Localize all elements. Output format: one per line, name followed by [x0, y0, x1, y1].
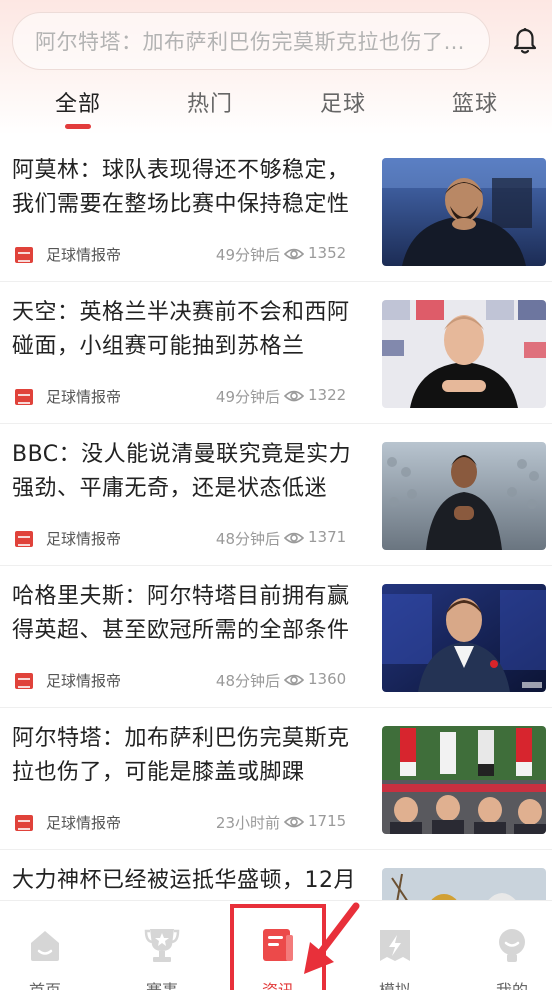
news-meta: 足球情报帝 49分钟后 1352 [12, 244, 360, 264]
tab-football[interactable]: 足球 [298, 86, 388, 118]
source-logo-icon [15, 247, 33, 263]
news-title[interactable]: 阿莫林：球队表现得还不够稳定，我们需要在整场比赛中保持稳定性 [12, 154, 360, 222]
news-title[interactable]: 哈格里夫斯：阿尔特塔目前拥有赢得英超、甚至欧冠所需的全部条件 [12, 580, 360, 648]
news-views: 1360 [308, 670, 347, 688]
news-time: 48分钟后 [215, 672, 280, 690]
search-placeholder: 阿尔特塔：加布萨利巴伤完莫斯克拉也伤了，可能是膝盖或脚踝 [35, 30, 477, 54]
search-bar[interactable]: 阿尔特塔：加布萨利巴伤完莫斯克拉也伤了，可能是膝盖或脚踝 [12, 12, 490, 70]
news-source: 足球情报帝 [46, 530, 122, 548]
news-title[interactable]: BBC：没人能说清曼联究竟是实力强劲、平庸无奇，还是状态低迷 [12, 438, 360, 506]
news-title[interactable]: 大力神杯已经被运抵华盛顿，12月6日凌晨进行世界杯抽签仪式 [12, 864, 360, 900]
nav-home[interactable]: 首页 [5, 911, 85, 990]
tab-basketball[interactable]: 篮球 [430, 86, 520, 118]
home-icon [31, 931, 59, 961]
news-meta: 足球情报帝 49分钟后 1322 [12, 386, 360, 406]
news-item[interactable]: 阿尔特塔：加布萨利巴伤完莫斯克拉也伤了，可能是膝盖或脚踝 足球情报帝 23小时前… [0, 708, 552, 850]
trophy-icon [144, 929, 180, 962]
source-logo-icon [15, 531, 33, 547]
news-title[interactable]: 阿尔特塔：加布萨利巴伤完莫斯克拉也伤了，可能是膝盖或脚踝 [12, 722, 360, 790]
news-time: 49分钟后 [215, 388, 280, 406]
news-views: 1352 [308, 244, 347, 262]
nav-simulate[interactable]: 模拟 [355, 911, 435, 990]
category-tabs: 全部 热门 足球 篮球 [0, 78, 552, 133]
news-item[interactable]: 阿莫林：球队表现得还不够稳定，我们需要在整场比赛中保持稳定性 足球情报帝 49分… [0, 140, 552, 282]
news-thumbnail[interactable] [382, 300, 546, 408]
news-title[interactable]: 天空：英格兰半决赛前不会和西阿碰面，小组赛可能抽到苏格兰 [12, 296, 360, 364]
lightning-icon [380, 930, 410, 961]
news-meta: 足球情报帝 48分钟后 1360 [12, 670, 360, 690]
news-thumbnail[interactable] [382, 442, 546, 550]
nav-profile-label: 我的 [472, 977, 552, 990]
news-views: 1322 [308, 386, 347, 404]
news-app: 阿尔特塔：加布萨利巴伤完莫斯克拉也伤了，可能是膝盖或脚踝 全部 热门 足球 篮球… [0, 0, 552, 990]
news-thumbnail[interactable] [382, 726, 546, 834]
news-time: 23小时前 [215, 814, 280, 832]
news-item[interactable]: 哈格里夫斯：阿尔特塔目前拥有赢得英超、甚至欧冠所需的全部条件 足球情报帝 48分… [0, 566, 552, 708]
nav-profile[interactable]: 我的 [472, 911, 552, 990]
news-item[interactable]: 天空：英格兰半决赛前不会和西阿碰面，小组赛可能抽到苏格兰 足球情报帝 49分钟后… [0, 282, 552, 424]
news-meta: 足球情报帝 48分钟后 1371 [12, 528, 360, 548]
news-source: 足球情报帝 [46, 388, 122, 406]
nav-simulate-label: 模拟 [355, 977, 435, 990]
news-meta: 足球情报帝 23小时前 1715 [12, 812, 360, 832]
news-feed[interactable]: 阿莫林：球队表现得还不够稳定，我们需要在整场比赛中保持稳定性 足球情报帝 49分… [0, 140, 552, 900]
views-eye-icon [284, 248, 304, 260]
source-logo-icon [15, 389, 33, 405]
nav-events-label: 赛事 [122, 977, 202, 990]
active-tab-indicator [65, 124, 91, 129]
pointer-arrow-icon [304, 902, 360, 974]
nav-events[interactable]: 赛事 [122, 911, 202, 990]
source-logo-icon [15, 815, 33, 831]
header: 阿尔特塔：加布萨利巴伤完莫斯克拉也伤了，可能是膝盖或脚踝 全部 热门 足球 篮球 [0, 0, 552, 135]
news-source: 足球情报帝 [46, 814, 122, 832]
news-time: 48分钟后 [215, 530, 280, 548]
views-eye-icon [284, 674, 304, 686]
news-source: 足球情报帝 [46, 246, 122, 264]
news-views: 1715 [308, 812, 347, 830]
news-thumbnail[interactable] [382, 868, 546, 900]
news-item[interactable]: 大力神杯已经被运抵华盛顿，12月6日凌晨进行世界杯抽签仪式 [0, 850, 552, 900]
news-views: 1371 [308, 528, 347, 546]
notification-bell-icon[interactable] [507, 23, 543, 59]
views-eye-icon [284, 532, 304, 544]
news-source: 足球情报帝 [46, 672, 122, 690]
profile-icon [499, 929, 525, 962]
nav-home-label: 首页 [5, 977, 85, 990]
news-item[interactable]: BBC：没人能说清曼联究竟是实力强劲、平庸无奇，还是状态低迷 足球情报帝 48分… [0, 424, 552, 566]
news-thumbnail[interactable] [382, 158, 546, 266]
news-thumbnail[interactable] [382, 584, 546, 692]
views-eye-icon [284, 816, 304, 828]
news-time: 49分钟后 [215, 246, 280, 264]
tab-hot[interactable]: 热门 [165, 86, 255, 118]
tab-all[interactable]: 全部 [33, 86, 123, 118]
views-eye-icon [284, 390, 304, 402]
source-logo-icon [15, 673, 33, 689]
